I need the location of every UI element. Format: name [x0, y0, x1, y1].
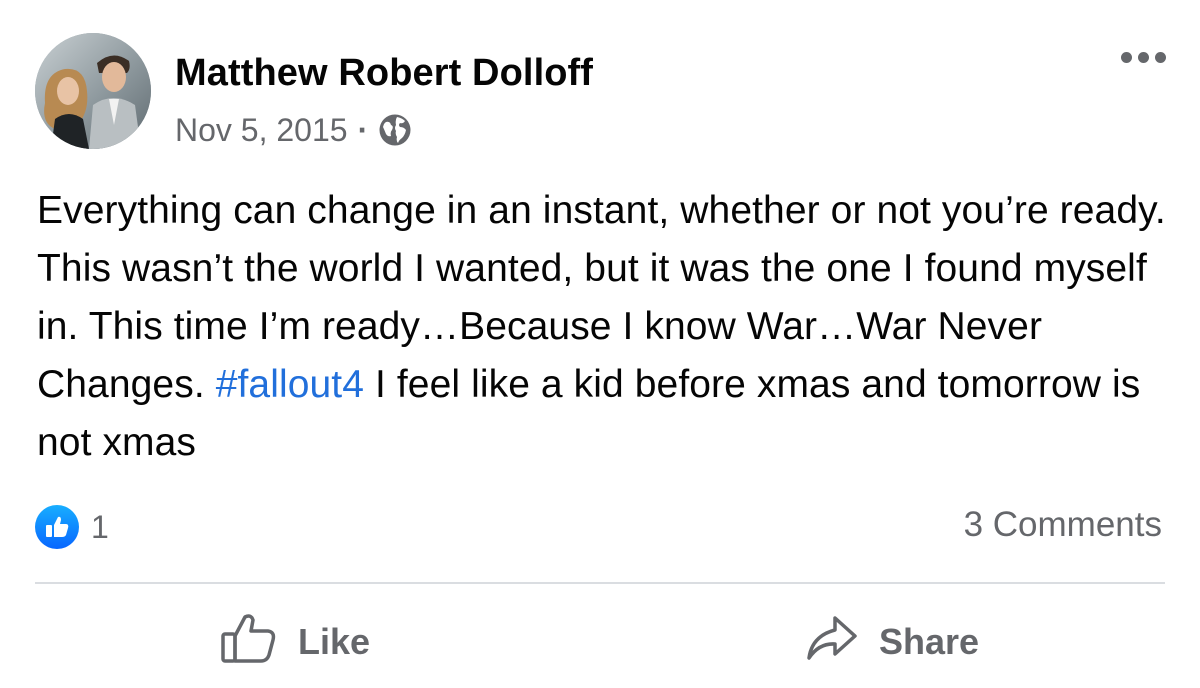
share-arrow-icon — [805, 614, 859, 671]
avatar[interactable] — [35, 33, 151, 149]
like-button[interactable]: Like — [220, 612, 370, 672]
comments-count-link[interactable]: 3 Comments — [964, 505, 1162, 545]
post-meta: Nov 5, 2015 · — [175, 110, 412, 150]
more-options-icon[interactable] — [1121, 52, 1166, 63]
share-label: Share — [879, 621, 980, 662]
globe-icon — [378, 113, 412, 147]
divider — [35, 582, 1165, 584]
reaction-count: 1 — [91, 508, 109, 545]
author-name[interactable]: Matthew Robert Dolloff — [175, 52, 593, 95]
post-text: Everything can change in an instant, whe… — [37, 182, 1167, 472]
facebook-post: Matthew Robert Dolloff Nov 5, 2015 · Eve… — [0, 0, 1200, 688]
reaction-summary[interactable]: 1 — [35, 505, 109, 549]
meta-separator: · — [357, 111, 369, 148]
like-reaction-icon — [35, 505, 79, 549]
thumbs-up-icon — [220, 611, 278, 674]
post-date[interactable]: Nov 5, 2015 — [175, 112, 348, 149]
share-button[interactable]: Share — [805, 612, 979, 672]
hashtag-link[interactable]: #fallout4 — [216, 363, 364, 406]
like-label: Like — [298, 621, 371, 662]
